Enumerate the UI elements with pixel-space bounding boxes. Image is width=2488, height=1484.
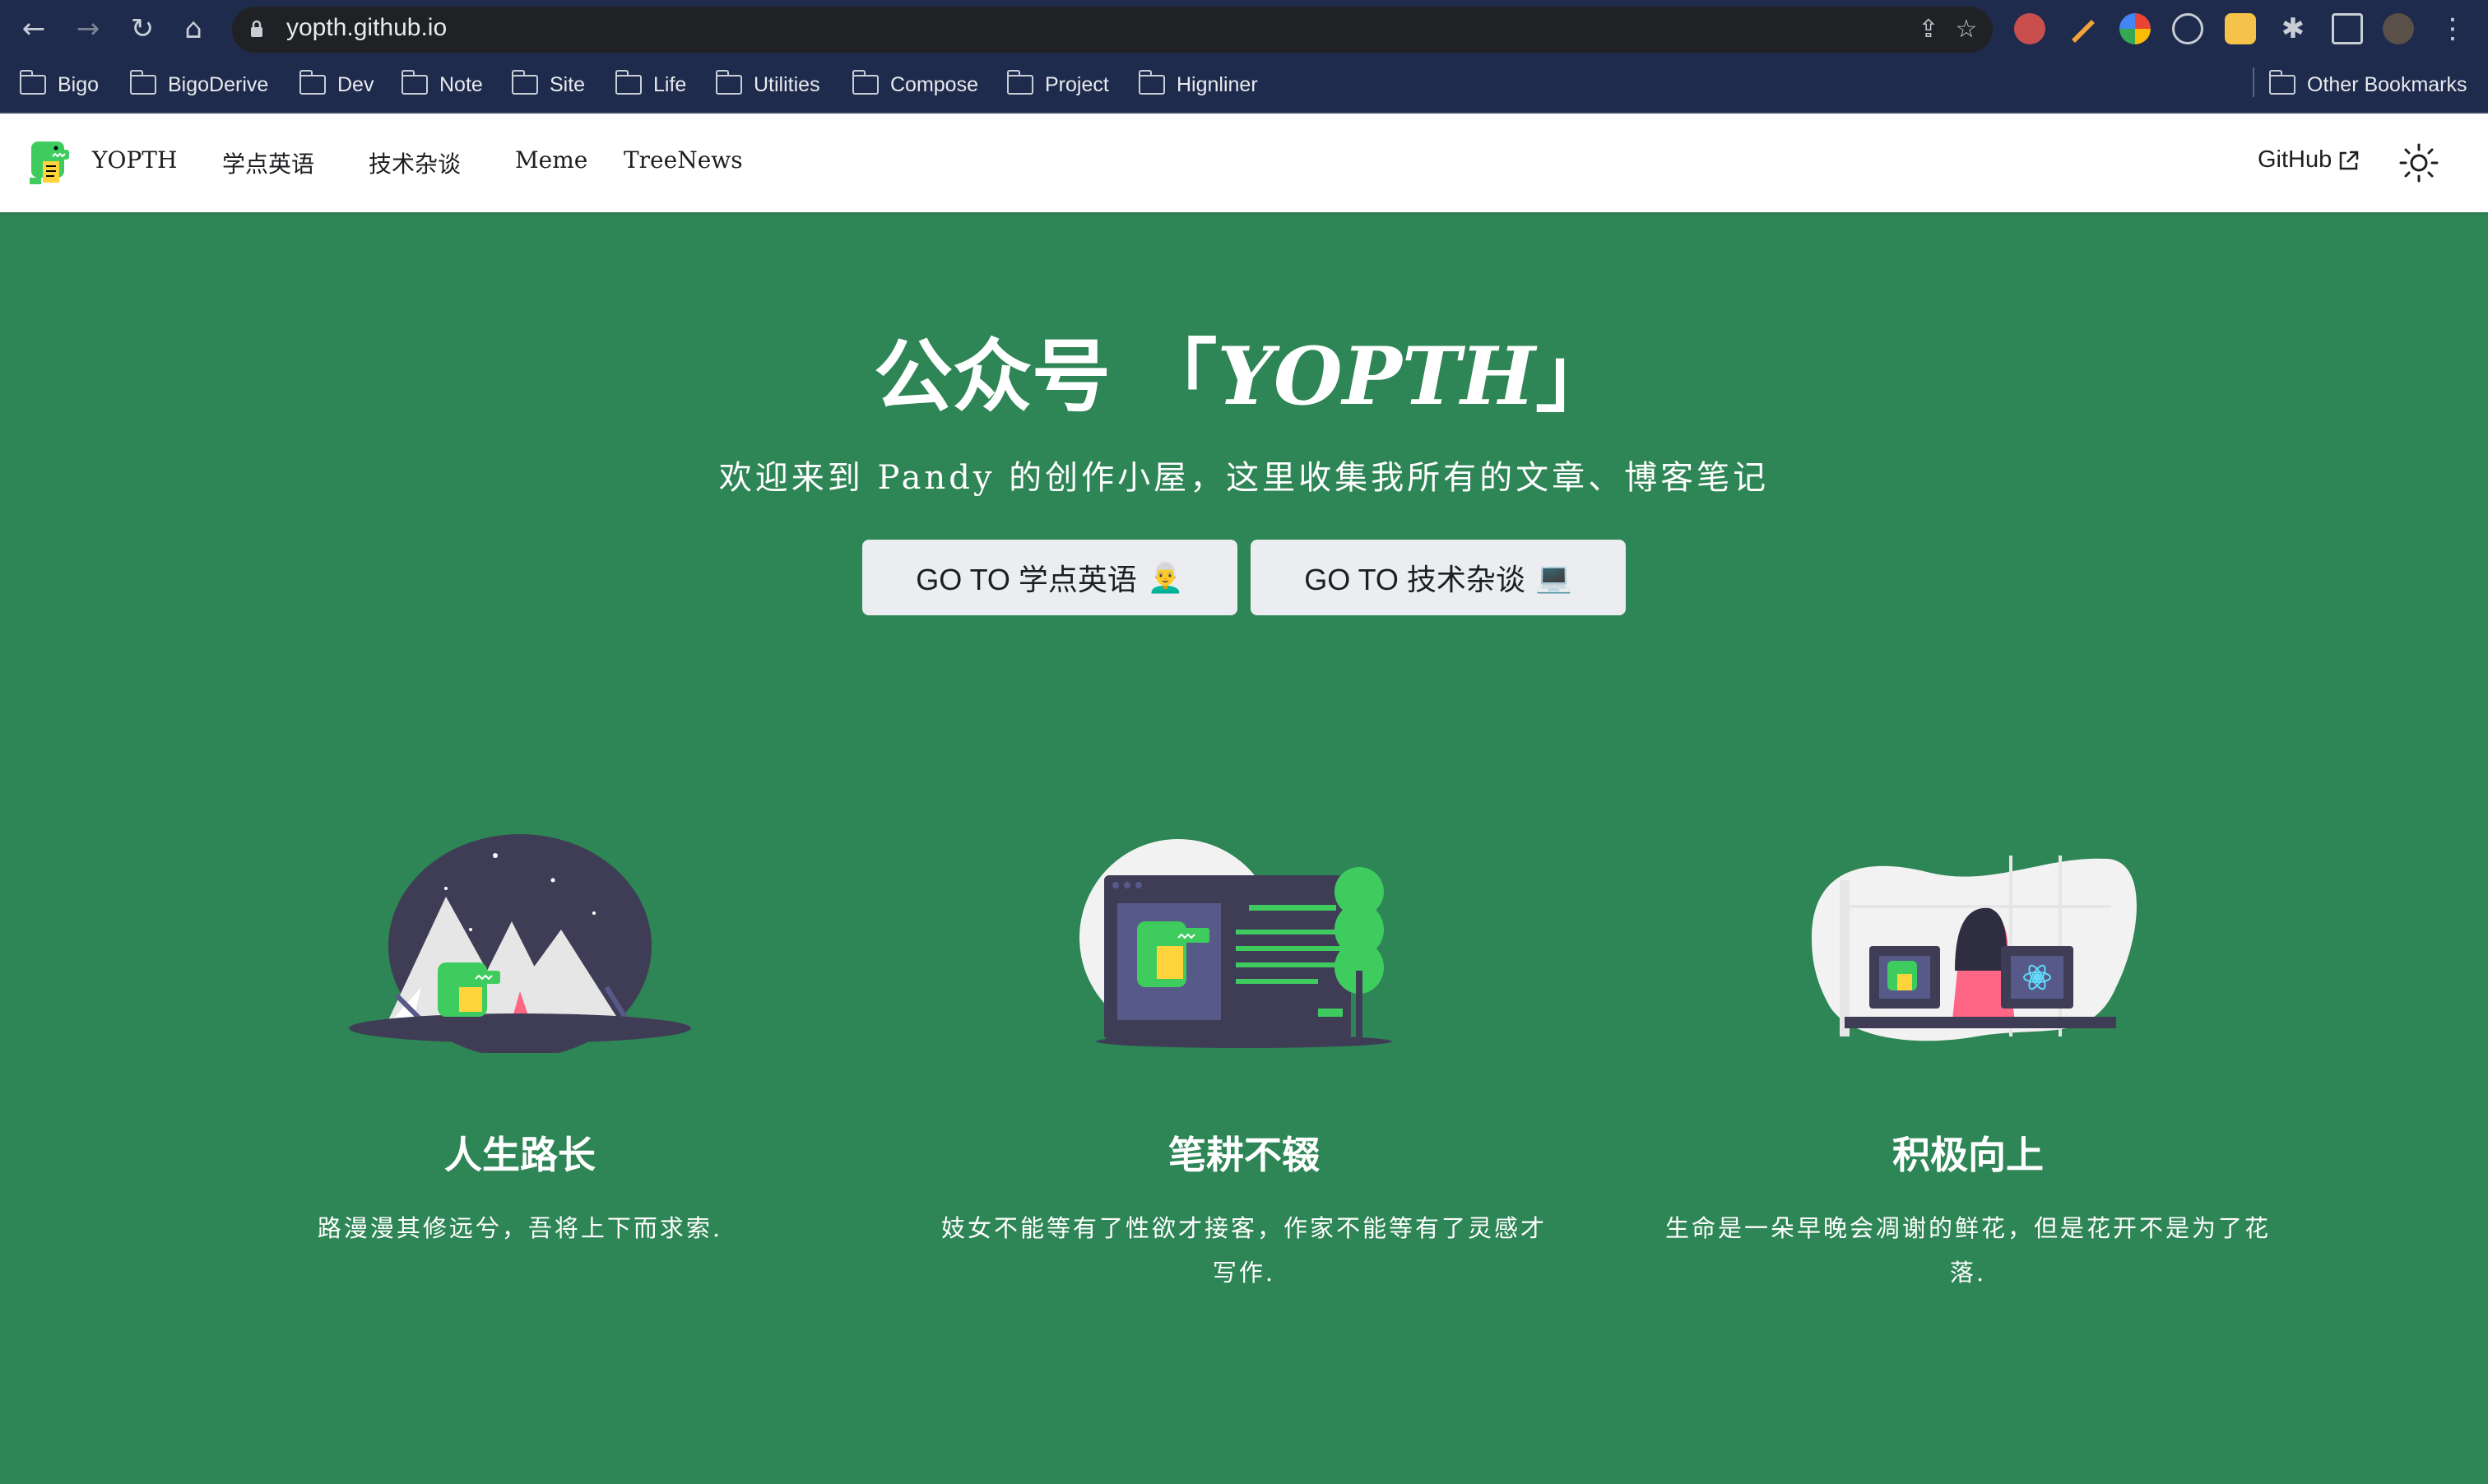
bookmark-utilities[interactable]: Utilities [716,69,820,100]
code-editor-illustration [1079,839,1392,1048]
address-bar[interactable]: yopth.github.io ⇪ ☆ [232,7,1993,53]
folder-icon [615,70,642,95]
site-navbar: YOPTH 学点英语 技术杂谈 Meme TreeNews GitHub [0,114,2488,212]
folder-icon [299,70,326,95]
mountain-night-illustration [349,834,691,1053]
bookmarks-divider [2253,67,2254,97]
bookmark-compose[interactable]: Compose [852,69,978,100]
folder-icon [2269,70,2295,95]
folder-icon [1007,70,1033,95]
feature-card: 积极向上 生命是一朵早晚会凋谢的鲜花，但是花开不是为了花落. [1614,823,2322,1295]
folder-icon [20,70,46,95]
old-man-icon: 👨‍🦳 [1146,560,1184,594]
side-panel-icon[interactable] [2332,13,2363,44]
github-link[interactable]: GitHub [2258,146,2360,174]
folder-icon [852,70,879,95]
feature-title: 人生路长 [444,1133,596,1177]
nav-link-treenews[interactable]: TreeNews [624,146,743,174]
puzzle-icon[interactable]: ✱ [2276,12,2310,46]
reload-icon[interactable]: ↻ [125,12,160,46]
brand-title[interactable]: YOPTH [92,146,177,174]
folder-icon [1139,70,1165,95]
pencil-icon[interactable] [2067,13,2098,44]
nav-link-tech[interactable]: 技术杂谈 [369,146,461,179]
avatar[interactable] [2383,13,2414,44]
folder-icon [402,70,428,95]
back-icon[interactable]: ← [16,12,51,46]
nav-link-meme[interactable]: Meme [515,146,587,174]
laptop-icon: 💻 [1534,560,1572,594]
folder-icon [130,70,156,95]
sun-icon[interactable] [2397,141,2440,184]
feature-description: 妓女不能等有了性欲才接客，作家不能等有了灵感才写作. [940,1214,1547,1287]
go-to-tech-button[interactable]: GO TO 技术杂谈 💻 [1251,540,1626,615]
feature-description: 生命是一朵早晚会凋谢的鲜花，但是花开不是为了花落. [1664,1214,2271,1287]
hero-title-brand: YOPTH [1217,330,1535,423]
feature-title: 积极向上 [1892,1133,2044,1177]
extension-icon[interactable] [2014,13,2045,44]
feature-card: 笔耕不辍 妓女不能等有了性欲才接客，作家不能等有了灵感才写作. [890,823,1598,1295]
star-icon[interactable]: ☆ [1952,15,1981,44]
home-icon[interactable]: ⌂ [176,12,211,46]
bookmark-bigo[interactable]: Bigo [20,69,99,100]
forward-icon[interactable]: → [71,12,105,46]
compass-icon[interactable] [2172,13,2203,44]
share-icon[interactable]: ⇪ [1914,15,1943,44]
external-link-icon [2340,151,2359,169]
bookmarks-bar: Bigo BigoDerive Dev Note Site Life Utili… [0,58,2488,114]
dinosaur-logo-icon[interactable] [26,138,76,188]
bookmark-site[interactable]: Site [512,69,585,100]
hero-title: 公众号 「YOPTH」 [874,330,1614,423]
url-text: yopth.github.io [286,14,448,41]
bookmark-note[interactable]: Note [402,69,483,100]
nav-link-english[interactable]: 学点英语 [222,146,314,179]
other-bookmarks[interactable]: Other Bookmarks [2269,69,2467,100]
hero-subtitle: 欢迎来到 Pandy 的创作小屋，这里收集我所有的文章、博客笔记 [718,459,1770,497]
feature-description: 路漫漫其修远兮，吾将上下而求索. [317,1214,723,1242]
folder-icon [512,70,538,95]
bookmark-higliner[interactable]: Hignliner [1139,69,1258,100]
working-person-illustration [1812,856,2137,1041]
folder-icon [716,70,742,95]
notes-icon[interactable] [2225,13,2256,44]
bookmark-project[interactable]: Project [1007,69,1109,100]
feature-card: 人生路长 路漫漫其修远兮，吾将上下而求索. [166,823,874,1250]
browser-toolbar: ← → ↻ ⌂ yopth.github.io ⇪ ☆ ✱ ⋮ [0,0,2488,58]
feature-title: 笔耕不辍 [1168,1133,1320,1177]
color-picker-icon[interactable] [2119,13,2151,44]
menu-icon[interactable]: ⋮ [2435,12,2470,46]
bookmark-life[interactable]: Life [615,69,686,100]
lock-icon [251,20,262,37]
go-to-english-button[interactable]: GO TO 学点英语 👨‍🦳 [862,540,1237,615]
bookmark-dev[interactable]: Dev [299,69,374,100]
bookmark-bigoderive[interactable]: BigoDerive [130,69,268,100]
